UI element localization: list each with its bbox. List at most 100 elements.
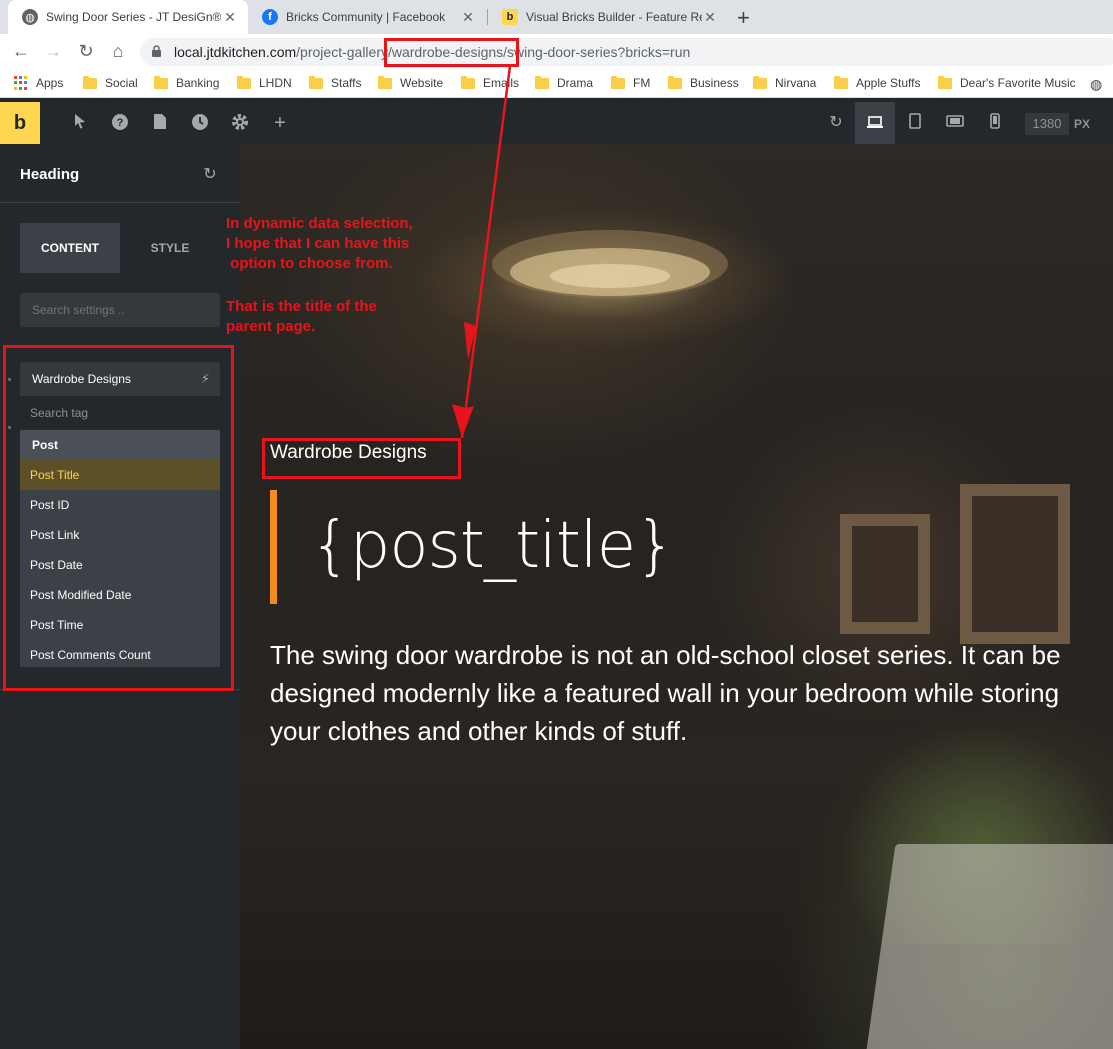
help-icon[interactable]: ?	[110, 113, 130, 133]
bookmark-label: Nirvana	[775, 76, 817, 90]
annotation-line: In dynamic data selection,	[226, 215, 413, 232]
tab-style[interactable]: STYLE	[120, 223, 220, 273]
bookmark-apps[interactable]: Apps	[14, 76, 63, 90]
bookmark-social[interactable]: Social	[83, 75, 138, 90]
folder-icon	[154, 75, 168, 89]
tab-bricks-community[interactable]: f Bricks Community | Facebook ✕	[248, 0, 486, 34]
bookmark-label: FM	[633, 76, 651, 90]
back-icon[interactable]: ←	[10, 40, 32, 62]
refresh-icon[interactable]: ↻	[826, 113, 846, 133]
browser-tab-strip: ◍ Swing Door Series - JT DesiGn® ✕ f Bri…	[0, 0, 1113, 34]
plant-pot-decor	[864, 844, 1113, 1049]
panel-title: Heading	[20, 166, 80, 183]
bookmark-business[interactable]: Business	[668, 75, 739, 90]
bookmark-nirvana[interactable]: Nirvana	[753, 75, 817, 90]
folder-icon	[535, 75, 549, 89]
folder-icon	[834, 75, 848, 89]
annotation-line: option to choose from.	[226, 255, 393, 272]
bookmark-dears-favorite-music[interactable]: Dear's Favorite Music	[938, 75, 1076, 90]
svg-text:?: ?	[117, 117, 124, 129]
apps-grid-icon	[14, 76, 28, 90]
globe-icon[interactable]: ◍	[1090, 76, 1102, 93]
shelf-decor	[840, 514, 930, 634]
bookmark-label: Apps	[36, 76, 64, 90]
builder-canvas[interactable]: Wardrobe Designs {post_title} The swing …	[240, 144, 1113, 1049]
bookmark-label: Business	[690, 76, 739, 90]
bricks-icon: b	[502, 9, 518, 25]
post-title-heading[interactable]: {post_title}	[310, 509, 676, 583]
close-tab-icon[interactable]: ✕	[222, 9, 238, 26]
description-text[interactable]: The swing door wardrobe is not an old-sc…	[270, 636, 1080, 750]
bookmark-label: LHDN	[259, 76, 292, 90]
tablet-landscape-view-button[interactable]	[945, 113, 965, 133]
tab-title: Visual Bricks Builder - Feature Re	[526, 10, 702, 24]
folder-icon	[611, 75, 625, 89]
close-tab-icon[interactable]: ✕	[702, 9, 718, 26]
folder-icon	[237, 75, 251, 89]
bookmark-drama[interactable]: Drama	[535, 75, 594, 90]
annotation-note-dynamic-data: In dynamic data selection, I hope that I …	[226, 214, 413, 274]
divider	[0, 202, 240, 203]
bookmark-label: Staffs	[331, 76, 362, 90]
close-tab-icon[interactable]: ✕	[460, 9, 476, 26]
bookmark-label: Emails	[483, 76, 520, 90]
builder-toolbar: b ? + ↻ 1380 PX	[0, 102, 1113, 144]
pages-icon[interactable]	[150, 113, 170, 133]
search-settings-input[interactable]: Search settings ..	[20, 293, 220, 327]
home-icon[interactable]: ⌂	[107, 40, 129, 62]
new-tab-button[interactable]: +	[737, 5, 750, 31]
globe-icon: ◍	[22, 9, 38, 25]
bookmark-label: Social	[105, 76, 138, 90]
bookmark-label: Apple Stuffs	[856, 76, 921, 90]
bookmark-lhdn[interactable]: LHDN	[237, 75, 292, 90]
add-element-icon[interactable]: +	[270, 113, 290, 133]
annotation-box-dropdown	[3, 345, 234, 691]
settings-gear-icon[interactable]	[230, 113, 250, 133]
tab-title: Bricks Community | Facebook	[286, 10, 446, 24]
bookmark-emails[interactable]: Emails	[461, 75, 520, 90]
bookmark-label: Website	[400, 76, 444, 90]
bookmark-label: Drama	[557, 76, 594, 90]
history-icon[interactable]	[190, 113, 210, 133]
tab-content[interactable]: CONTENT	[20, 223, 120, 273]
bricks-logo[interactable]: b	[0, 102, 40, 144]
bookmark-fm[interactable]: FM	[611, 75, 651, 90]
forward-icon[interactable]: →	[42, 40, 64, 62]
folder-icon	[938, 75, 952, 89]
laptop-icon	[867, 116, 883, 128]
desktop-view-button[interactable]	[855, 102, 895, 144]
lock-icon	[152, 45, 161, 57]
bookmark-apple-stuffs[interactable]: Apple Stuffs	[834, 75, 921, 90]
bookmarks-bar: Apps Social Banking LHDN Staffs Website …	[0, 70, 1113, 98]
bookmark-staffs[interactable]: Staffs	[309, 75, 362, 90]
facebook-icon: f	[262, 9, 278, 25]
bookmark-website[interactable]: Website	[378, 75, 444, 90]
tablet-portrait-view-button[interactable]	[905, 113, 925, 133]
mobile-view-button[interactable]	[985, 113, 1005, 133]
reset-icon[interactable]: ↻	[200, 164, 220, 184]
tab-title: Swing Door Series - JT DesiGn®	[46, 10, 222, 24]
phone-icon	[990, 113, 1000, 129]
annotation-box-heading	[262, 438, 461, 479]
tablet-icon	[909, 113, 921, 129]
lamp-decor	[492, 230, 728, 298]
accent-bar	[270, 490, 277, 604]
tab-swing-door-series[interactable]: ◍ Swing Door Series - JT DesiGn® ✕	[8, 0, 248, 34]
bookmark-label: Banking	[176, 76, 220, 90]
annotation-box-url	[384, 38, 519, 67]
tab-visual-bricks-builder[interactable]: b Visual Bricks Builder - Feature Re ✕	[488, 0, 728, 34]
address-toolbar: ← → ↻ ⌂ local.jtdkitchen.com/project-gal…	[0, 34, 1113, 70]
address-bar[interactable]: local.jtdkitchen.com/project-gallery/war…	[140, 38, 1113, 66]
bookmark-banking[interactable]: Banking	[154, 75, 220, 90]
canvas-width-input[interactable]: 1380	[1025, 113, 1069, 135]
bookmark-label: Dear's Favorite Music	[960, 76, 1076, 90]
folder-icon	[83, 75, 97, 89]
pointer-icon[interactable]	[70, 113, 90, 133]
folder-icon	[309, 75, 323, 89]
reload-icon[interactable]: ↻	[75, 40, 97, 62]
canvas-width-unit: PX	[1074, 117, 1091, 131]
folder-icon	[753, 75, 767, 89]
url-host: local.jtdkitchen.com	[174, 44, 297, 60]
annotation-note-parent-title: That is the title of the parent page.	[226, 297, 377, 337]
annotation-line: parent page.	[226, 318, 316, 335]
